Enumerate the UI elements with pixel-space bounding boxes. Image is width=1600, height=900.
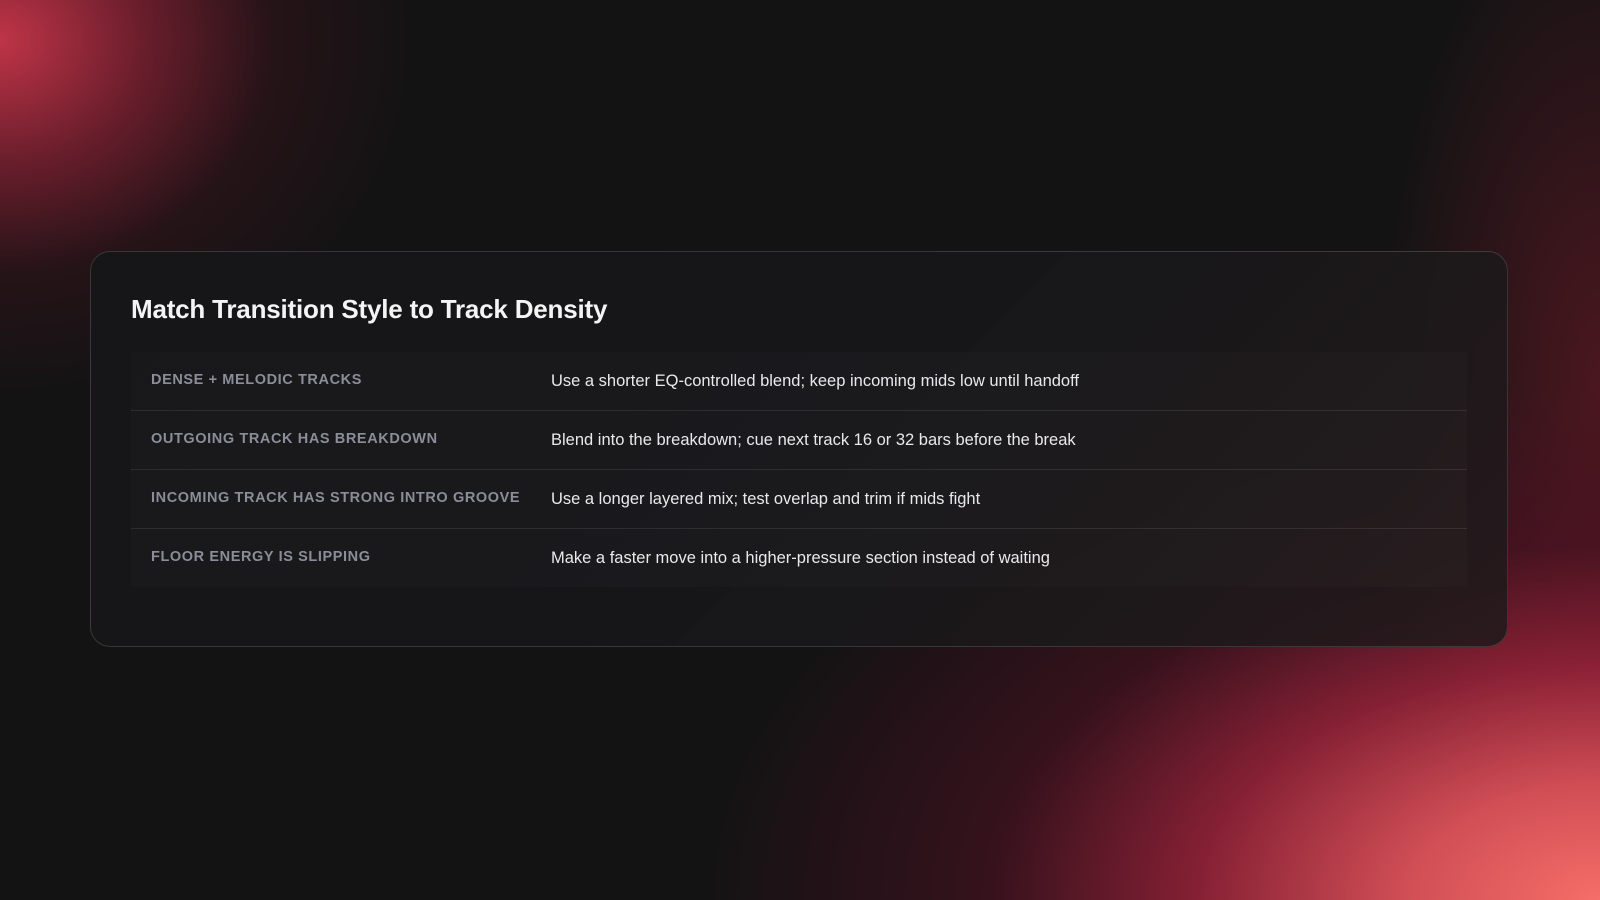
row-value: Blend into the breakdown; cue next track… bbox=[551, 431, 1076, 449]
row-label: OUTGOING TRACK HAS BREAKDOWN bbox=[151, 431, 438, 447]
table-row: FLOOR ENERGY IS SLIPPING Make a faster m… bbox=[131, 529, 1467, 587]
row-value: Make a faster move into a higher-pressur… bbox=[551, 549, 1050, 567]
table-row: OUTGOING TRACK HAS BREAKDOWN Blend into … bbox=[131, 411, 1467, 470]
table-row: INCOMING TRACK HAS STRONG INTRO GROOVE U… bbox=[131, 470, 1467, 529]
row-value: Use a shorter EQ-controlled blend; keep … bbox=[551, 372, 1079, 390]
row-label: FLOOR ENERGY IS SLIPPING bbox=[151, 549, 371, 565]
transition-table: DENSE + MELODIC TRACKS Use a shorter EQ-… bbox=[131, 352, 1467, 587]
table-row: DENSE + MELODIC TRACKS Use a shorter EQ-… bbox=[131, 352, 1467, 411]
card-title: Match Transition Style to Track Density bbox=[131, 294, 608, 324]
row-value: Use a longer layered mix; test overlap a… bbox=[551, 490, 981, 508]
row-label: INCOMING TRACK HAS STRONG INTRO GROOVE bbox=[151, 490, 521, 506]
row-label: DENSE + MELODIC TRACKS bbox=[151, 372, 362, 388]
transition-style-card: Match Transition Style to Track Density … bbox=[90, 251, 1508, 647]
